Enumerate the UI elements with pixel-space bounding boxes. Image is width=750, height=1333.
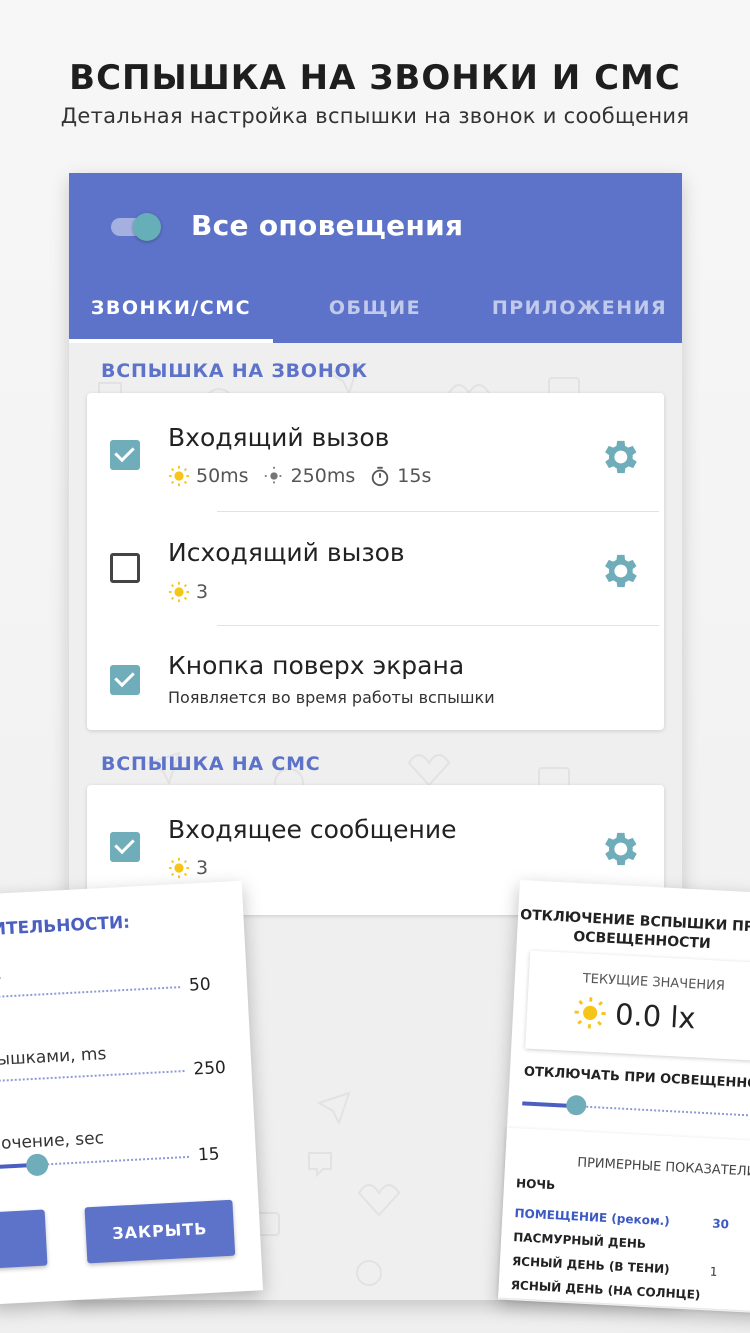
timer-icon — [372, 466, 389, 487]
current-values-label: ТЕКУЩИЕ ЗНАЧЕНИЯ — [582, 971, 726, 994]
dim-sun-icon — [264, 466, 283, 486]
gear-icon[interactable] — [597, 549, 641, 593]
list-item-overlay-button[interactable]: Кнопка поверх экрана Появляется во время… — [87, 625, 664, 730]
close-button[interactable]: ЗАКРЫТЬ — [84, 1199, 236, 1264]
off-time-value: 250ms — [290, 465, 356, 487]
incoming-call-params: 50ms 250ms 15s — [168, 465, 431, 487]
incoming-call-checkbox[interactable] — [110, 440, 140, 470]
promo-title: ВСПЫШКА НА ЗВОНКИ И СМС — [69, 58, 681, 98]
on-time-label: s — [0, 965, 2, 985]
on-time-slider[interactable] — [0, 986, 181, 1001]
list-item-outgoing-call[interactable]: Исходящий вызов 3 — [87, 511, 664, 625]
outgoing-call-checkbox[interactable] — [110, 553, 140, 583]
duration-slider-knob[interactable] — [25, 1153, 49, 1177]
flash-count-value: 3 — [196, 581, 209, 603]
examples-card: ПРИМЕРНЫЕ ПОКАЗАТЕЛИ НОЧЬ ПОМЕЩЕНИЕ (рек… — [498, 1127, 750, 1313]
tab-bar: ЗВОНКИ/СМС ОБЩИЕ ПРИЛОЖЕНИЯ — [69, 285, 682, 343]
app-title: Все оповещения — [191, 209, 464, 242]
off-time-slider[interactable] — [0, 1070, 185, 1085]
duration-label: очение, sec — [0, 1128, 105, 1154]
tab-general[interactable]: ОБЩИЕ — [273, 285, 477, 343]
overlay-button-checkbox[interactable] — [110, 665, 140, 695]
sun-icon — [168, 465, 190, 487]
outgoing-call-title: Исходящий вызов — [168, 538, 405, 567]
incoming-sms-params: 3 — [168, 857, 208, 879]
gear-icon[interactable] — [597, 435, 641, 479]
gear-icon[interactable] — [597, 827, 641, 871]
toggle-knob — [133, 213, 161, 241]
incoming-sms-title: Входящее сообщение — [168, 815, 457, 844]
off-time-slider-value: 250 — [192, 1057, 227, 1080]
overlay-button-description: Появляется во время работы вспышки — [168, 688, 495, 707]
sun-icon — [168, 581, 190, 603]
incoming-sms-checkbox[interactable] — [110, 832, 140, 862]
example-shade-value: 1 — [709, 1264, 718, 1279]
app-bar: Все оповещения ЗВОНКИ/СМС ОБЩИЕ ПРИЛОЖЕН… — [69, 173, 682, 343]
current-values-card: ТЕКУЩИЕ ЗНАЧЕНИЯ 0.0 lx — [525, 950, 750, 1062]
section-label-sms: ВСПЫШКА НА СМС — [101, 753, 321, 775]
light-sensor-dialog: ОТКЛЮЧЕНИЕ ВСПЫШКИ ПРИ ОСВЕЩЕННОСТИ ТЕКУ… — [498, 880, 750, 1315]
example-sun[interactable]: ЯСНЫЙ ДЕНЬ (НА СОЛНЦЕ) — [510, 1278, 700, 1302]
timing-dialog-title: ИТЕЛЬНОСТИ: — [0, 912, 131, 940]
on-time-value: 50ms — [196, 465, 249, 487]
example-cloudy[interactable]: ПАСМУРНЫЙ ДЕНЬ — [513, 1230, 646, 1251]
promo-subtitle: Детальная настройка вспышки на звонок и … — [60, 104, 690, 128]
examples-label: ПРИМЕРНЫЕ ПОКАЗАТЕЛИ — [576, 1155, 750, 1180]
example-shade[interactable]: ЯСНЫЙ ДЕНЬ (В ТЕНИ) — [512, 1254, 670, 1276]
lux-value: 0.0 lx — [614, 997, 697, 1036]
threshold-slider-knob[interactable] — [565, 1094, 587, 1116]
sun-icon — [574, 997, 606, 1029]
off-time-label: ышками, ms — [0, 1044, 107, 1070]
cancel-button[interactable] — [0, 1209, 48, 1270]
outgoing-call-params: 3 — [168, 581, 208, 603]
calls-card: Входящий вызов 50ms 250ms 15s Исходящий … — [87, 393, 664, 730]
light-dialog-title: ОТКЛЮЧЕНИЕ ВСПЫШКИ ПРИ ОСВЕЩЕННОСТИ — [517, 906, 750, 957]
timing-dialog: ИТЕЛЬНОСТИ: s 50 ышками, ms 250 очение, … — [0, 880, 264, 1305]
on-time-slider-value: 50 — [188, 974, 212, 996]
tab-calls-sms[interactable]: ЗВОНКИ/СМС — [69, 285, 273, 343]
example-night[interactable]: НОЧЬ — [516, 1176, 556, 1192]
all-notifications-toggle[interactable] — [111, 211, 161, 241]
overlay-button-title: Кнопка поверх экрана — [168, 651, 465, 680]
disable-threshold-label: ОТКЛЮЧАТЬ ПРИ ОСВЕЩЕННОСТИ — [523, 1064, 750, 1094]
tab-apps[interactable]: ПРИЛОЖЕНИЯ — [477, 285, 682, 343]
duration-slider-value: 15 — [197, 1144, 221, 1166]
example-indoor-value: 30 — [711, 1216, 730, 1232]
list-item-incoming-call[interactable]: Входящий вызов 50ms 250ms 15s — [87, 393, 664, 511]
incoming-call-title: Входящий вызов — [168, 423, 390, 452]
duration-value: 15s — [397, 465, 432, 487]
section-label-calls: ВСПЫШКА НА ЗВОНОК — [101, 360, 368, 382]
flash-count-value: 3 — [196, 857, 209, 879]
example-indoor[interactable]: ПОМЕЩЕНИЕ (реком.) — [514, 1206, 670, 1228]
sun-icon — [168, 857, 190, 879]
